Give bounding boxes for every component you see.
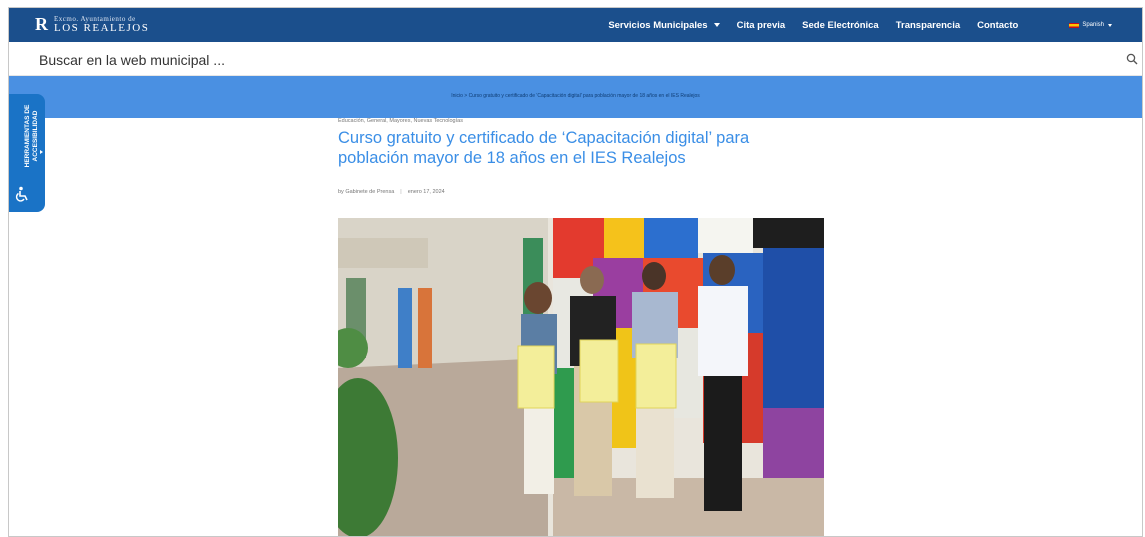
accessibility-tools-tab[interactable]: HERRAMIENTAS DE ACCESIBILIDAD [9,94,45,212]
wheelchair-icon [15,186,28,202]
menu-item-servicios[interactable]: Servicios Municipales [608,19,720,31]
article-author[interactable]: by Gabinete de Prensa [338,189,394,195]
language-selector[interactable]: Spanish [1069,22,1112,28]
site-logo[interactable]: R Excmo. Ayuntamiento de LOS REALEJOS [35,14,149,34]
article-title: Curso gratuito y certificado de ‘Capacit… [338,129,750,167]
breadcrumb[interactable]: Inicio > Curso gratuito y certificado de… [9,93,1142,99]
article-photo [338,218,824,536]
photo-illustration [338,218,824,536]
browser-page: R Excmo. Ayuntamiento de LOS REALEJOS Se… [8,7,1143,537]
article-meta: by Gabinete de Prensa | enero 17, 2024 [338,189,838,195]
article-date: enero 17, 2024 [407,189,445,195]
arrow-right-icon [40,150,43,154]
meta-separator: | [400,189,402,195]
spain-flag-icon [1069,22,1080,28]
main-menu: Servicios Municipales Cita previa Sede E… [608,8,1142,42]
logo-title: LOS REALEJOS [54,22,150,34]
search-bar: Buscar en la web municipal ... [9,42,1142,76]
menu-item-transparencia[interactable]: Transparencia [896,20,960,31]
article-categories[interactable]: Educación, General, Mayores, Nuevas Tecn… [338,118,838,124]
article-header: Educación, General, Mayores, Nuevas Tecn… [338,118,838,195]
accessibility-label: HERRAMIENTAS DE ACCESIBILIDAD [24,101,40,171]
menu-item-sede-electronica[interactable]: Sede Electrónica [802,20,879,31]
search-icon[interactable] [1126,53,1138,65]
breadcrumb-band: Inicio > Curso gratuito y certificado de… [9,76,1142,118]
menu-item-label: Servicios Municipales [608,19,708,31]
chevron-down-icon [1108,23,1112,27]
language-label: Spanish [1082,22,1104,28]
menu-item-cita-previa[interactable]: Cita previa [737,20,786,31]
search-input[interactable]: Buscar en la web municipal ... [39,52,225,68]
accessibility-label-line2: ACCESIBILIDAD [32,110,39,162]
top-navigation-bar: R Excmo. Ayuntamiento de LOS REALEJOS Se… [9,8,1142,42]
menu-item-contacto[interactable]: Contacto [977,20,1018,31]
logo-mark: R [35,14,48,34]
accessibility-label-line1: HERRAMIENTAS DE [24,104,31,168]
chevron-down-icon [713,23,720,27]
